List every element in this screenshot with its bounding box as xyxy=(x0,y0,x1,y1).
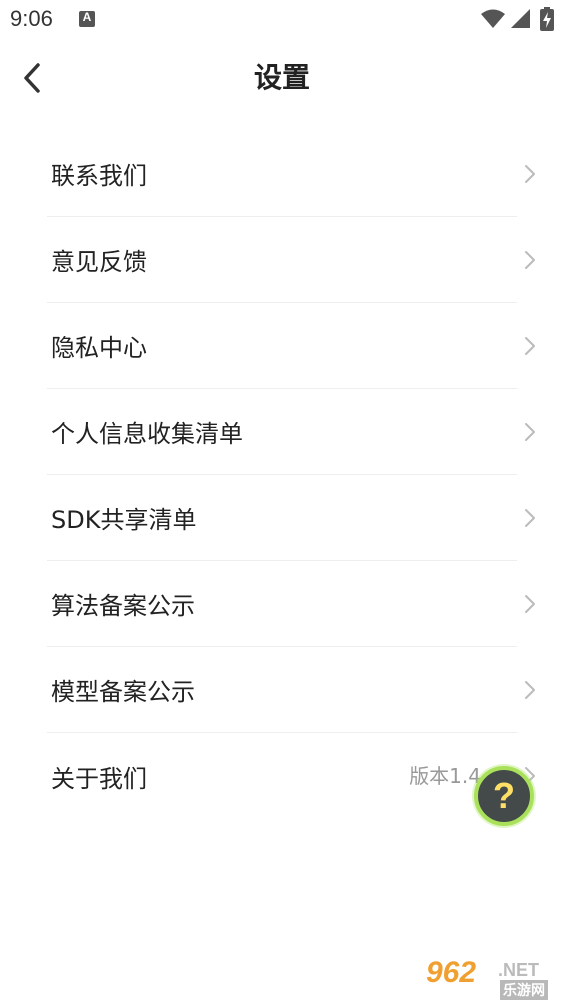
wifi-icon xyxy=(481,9,505,28)
settings-item-personal-info-list[interactable]: 个人信息收集清单 xyxy=(47,389,535,475)
notification-a-icon: A xyxy=(79,10,95,27)
watermark-logo: 962 .NET 乐游网 xyxy=(426,956,558,1000)
nav-bar: 设置 xyxy=(0,40,564,116)
settings-item-privacy-center[interactable]: 隐私中心 xyxy=(47,303,535,389)
watermark-net: .NET xyxy=(498,960,540,980)
version-text: 版本1.4 xyxy=(409,764,481,788)
settings-item-label: 意见反馈 xyxy=(51,248,147,276)
chevron-right-icon xyxy=(525,423,535,441)
settings-list: 联系我们 意见反馈 隐私中心 个人信息收集清单 SDK共享清单 算法备案公示 模… xyxy=(47,131,535,819)
settings-item-about-us[interactable]: 关于我们 版本1.4 xyxy=(47,733,535,819)
signal-icon xyxy=(511,9,530,28)
chevron-right-icon xyxy=(525,337,535,355)
chevron-right-icon xyxy=(525,681,535,699)
notification-a-letter: A xyxy=(82,10,92,24)
settings-item-label: 联系我们 xyxy=(51,162,147,190)
help-button[interactable]: ? xyxy=(474,766,534,826)
settings-item-feedback[interactable]: 意见反馈 xyxy=(47,217,535,303)
settings-item-label: 隐私中心 xyxy=(51,334,147,362)
settings-item-model-filing[interactable]: 模型备案公示 xyxy=(47,647,535,733)
status-time: 9:06 xyxy=(10,6,53,31)
chevron-right-icon xyxy=(525,165,535,183)
settings-item-algorithm-filing[interactable]: 算法备案公示 xyxy=(47,561,535,647)
watermark-number: 962 xyxy=(426,956,477,989)
settings-item-label: SDK共享清单 xyxy=(51,506,197,534)
settings-item-contact-us[interactable]: 联系我们 xyxy=(47,131,535,217)
chevron-right-icon xyxy=(525,509,535,527)
status-bar: 9:06 A xyxy=(0,0,564,38)
battery-charging-icon xyxy=(540,7,554,31)
settings-item-label: 算法备案公示 xyxy=(51,592,195,620)
chevron-right-icon xyxy=(525,251,535,269)
page-title: 设置 xyxy=(253,61,310,94)
settings-item-label: 模型备案公示 xyxy=(51,678,195,706)
watermark-cn: 乐游网 xyxy=(500,980,548,1000)
chevron-right-icon xyxy=(525,595,535,613)
settings-item-label: 个人信息收集清单 xyxy=(51,420,243,448)
question-mark-icon: ? xyxy=(493,775,515,816)
settings-item-sdk-sharing-list[interactable]: SDK共享清单 xyxy=(47,475,535,561)
settings-item-label: 关于我们 xyxy=(51,764,147,793)
